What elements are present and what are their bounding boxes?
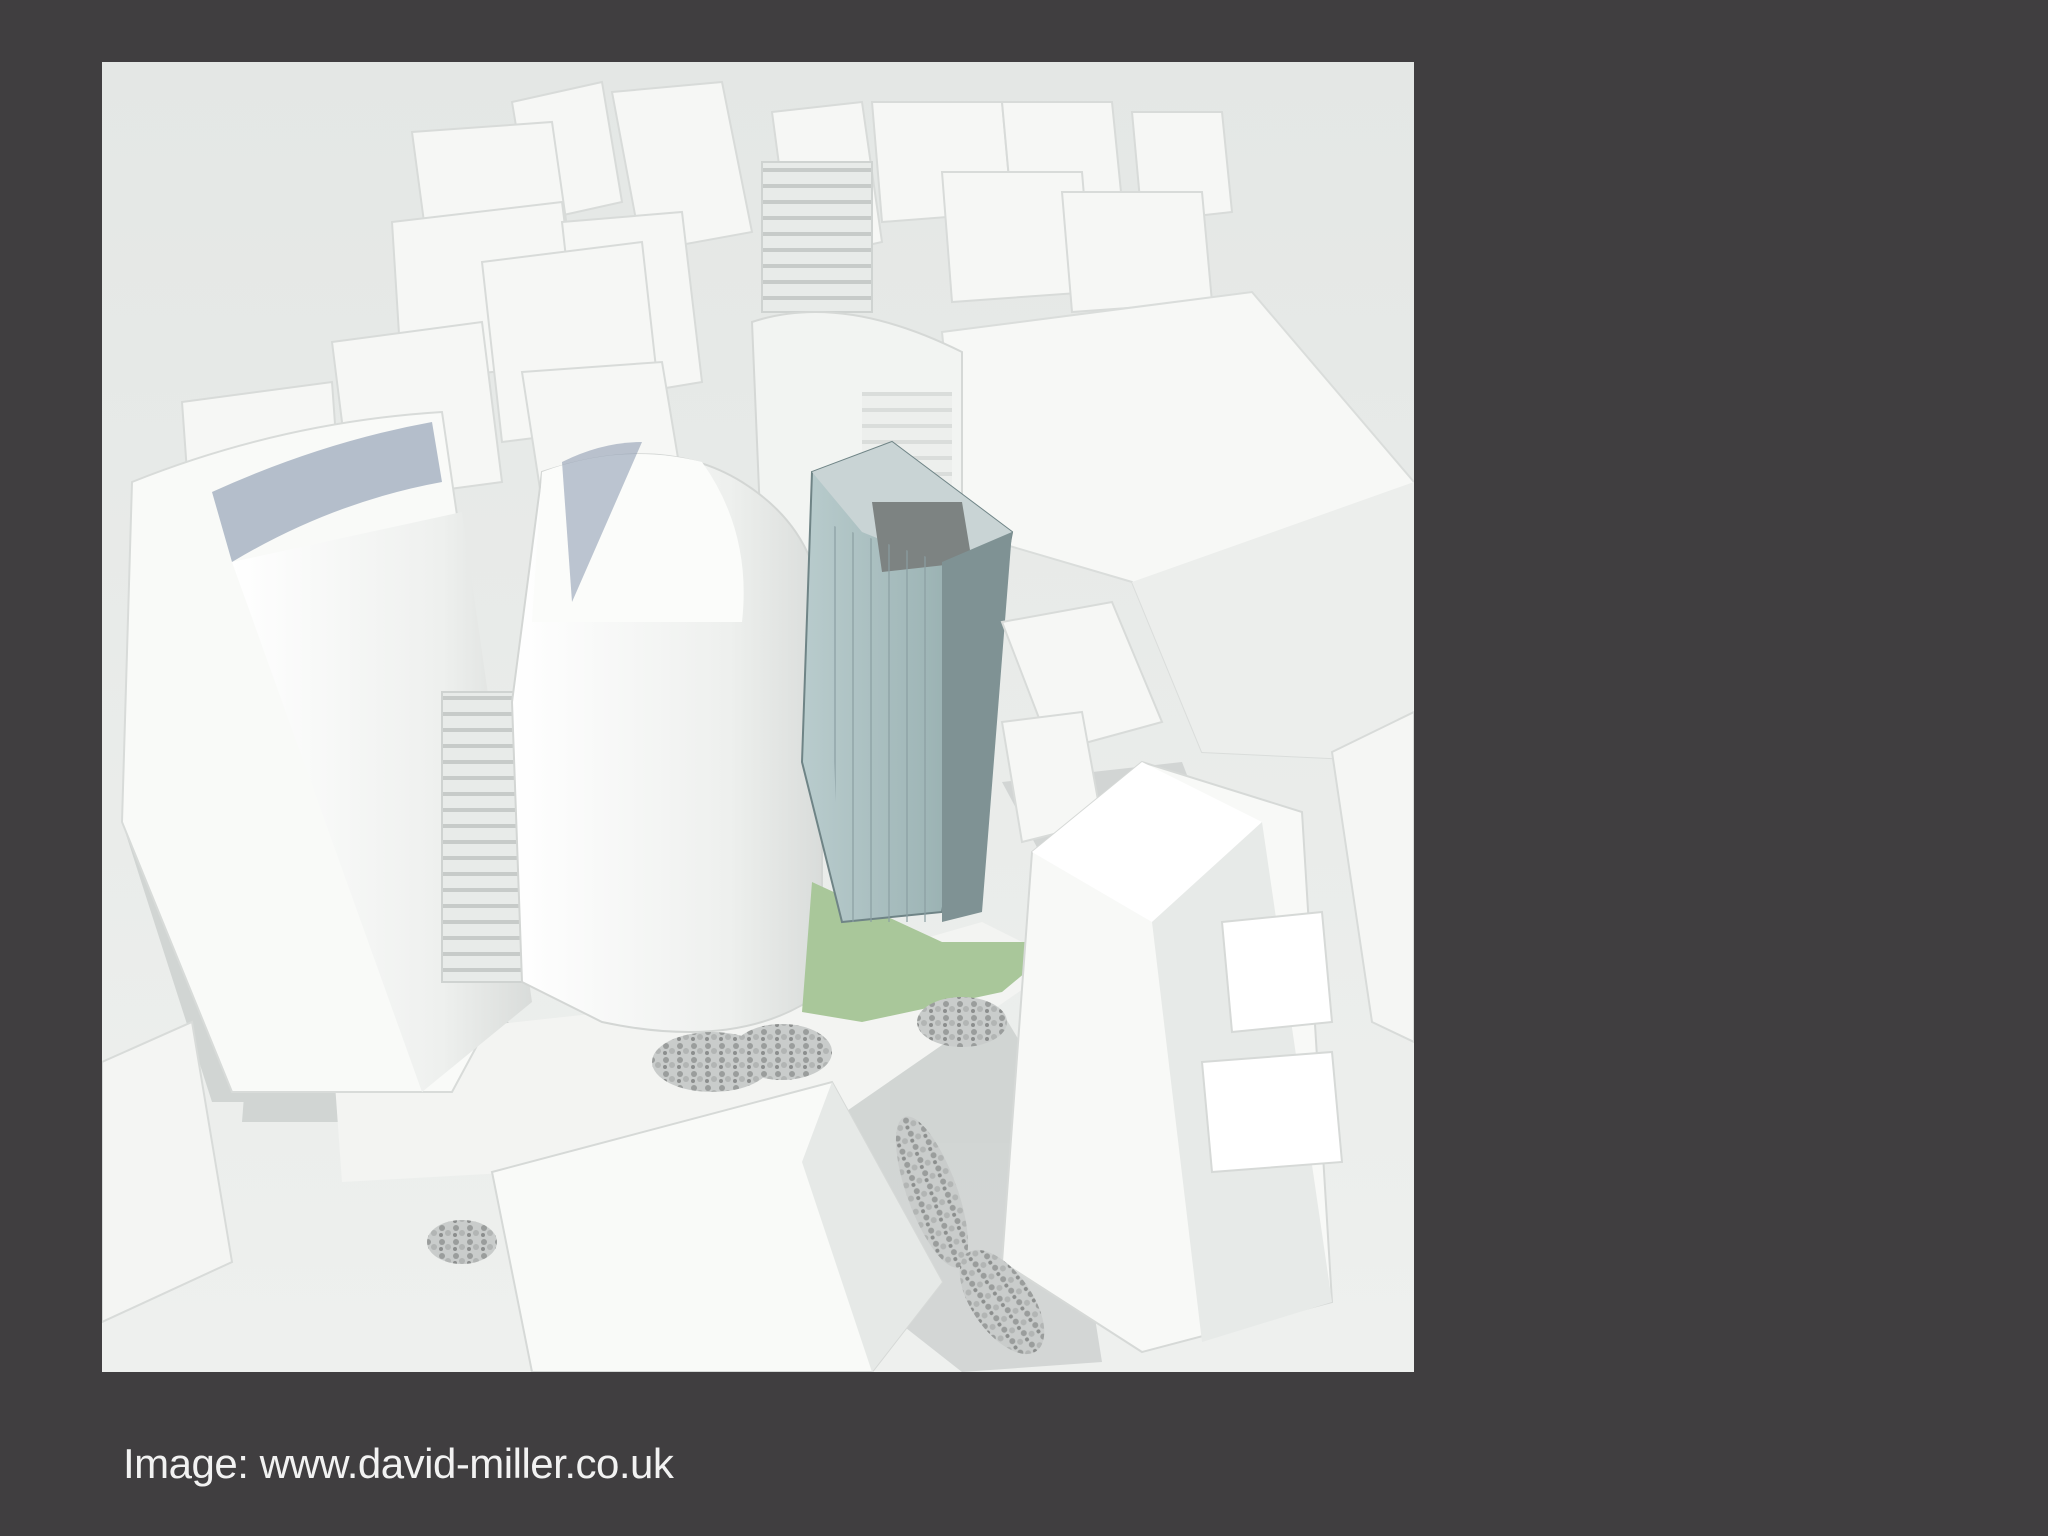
image-credit-caption: Image: www.david-miller.co.uk: [123, 1440, 674, 1487]
render-illustration: [102, 62, 1414, 1372]
architectural-render-image: [102, 62, 1414, 1372]
slide: Image: www.david-miller.co.uk: [0, 0, 2048, 1536]
